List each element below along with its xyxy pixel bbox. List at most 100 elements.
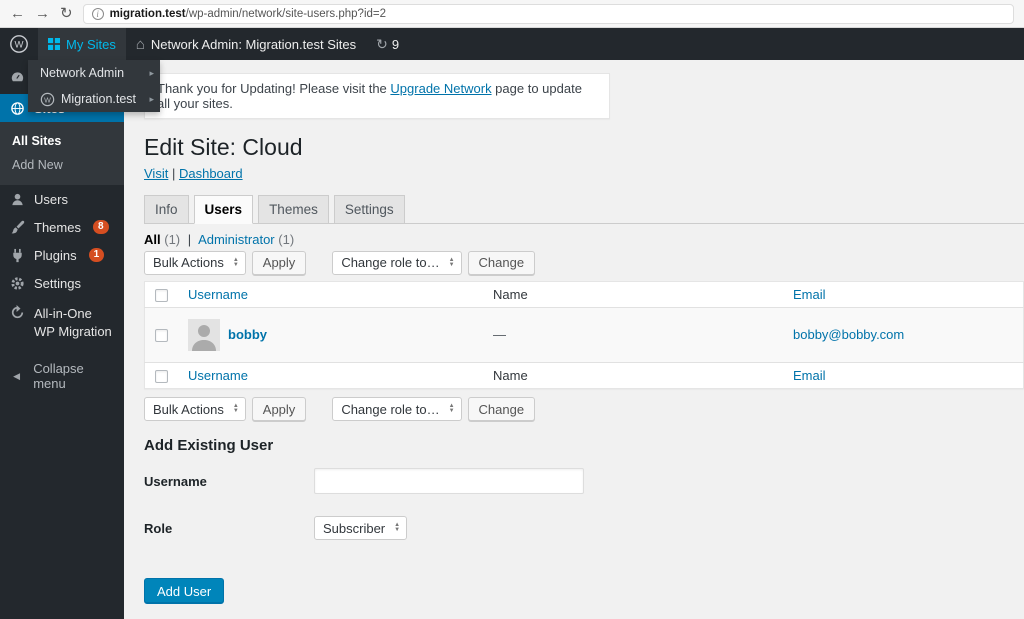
- collapse-arrow-icon: ◀: [13, 370, 21, 381]
- table-header-row: Username Name Email: [144, 281, 1024, 308]
- dropdown-item-network-admin[interactable]: Network Admin ▸: [28, 60, 160, 86]
- select-arrows-icon: ▲ ▼: [448, 403, 455, 415]
- dashboard-link[interactable]: Dashboard: [179, 166, 243, 181]
- upgrade-network-link[interactable]: Upgrade Network: [390, 81, 491, 96]
- tab-info[interactable]: Info: [144, 194, 189, 223]
- apply-button-bottom[interactable]: Apply: [251, 397, 307, 422]
- plugins-icon: [8, 248, 26, 263]
- tab-settings[interactable]: Settings: [333, 194, 405, 223]
- site-wp-logo-icon: W: [40, 92, 55, 107]
- filter-all-count: (1): [164, 231, 181, 247]
- visit-link[interactable]: Visit: [144, 166, 168, 181]
- username-column-footer[interactable]: Username: [188, 368, 248, 383]
- reload-icon[interactable]: ↻: [60, 6, 73, 21]
- tab-themes[interactable]: Themes: [258, 194, 329, 223]
- url-domain: migration.test: [109, 7, 186, 20]
- role-filter-list: All (1) | Administrator (1): [144, 232, 1024, 247]
- sidebar-item-add-new[interactable]: Add New: [0, 153, 124, 177]
- username-input[interactable]: [314, 468, 584, 495]
- username-link[interactable]: bobby: [228, 327, 267, 342]
- update-nag-notice: Thank you for Updating! Please visit the…: [144, 73, 610, 119]
- sidebar-item-settings[interactable]: Settings: [0, 269, 124, 297]
- bulk-actions-select-bottom[interactable]: Bulk Actions ▲ ▼: [144, 397, 246, 422]
- role-select[interactable]: Subscriber ▲ ▼: [314, 516, 408, 541]
- select-all-checkbox[interactable]: [155, 288, 168, 302]
- change-button-bottom[interactable]: Change: [467, 397, 536, 422]
- network-admin-label: Network Admin: Migration.test Sites: [150, 36, 357, 52]
- my-sites-dropdown: Network Admin ▸ W Migration.test ▸: [28, 60, 160, 112]
- tablenav-bottom: Bulk Actions ▲ ▼ Apply Change role to… ▲ ▼…: [144, 397, 1024, 422]
- sites-submenu: All Sites Add New: [0, 122, 124, 185]
- updates-indicator[interactable]: ↻ 9: [366, 28, 409, 60]
- apply-button[interactable]: Apply: [251, 250, 307, 275]
- site-actions-row: Visit | Dashboard: [144, 166, 1024, 181]
- settings-icon: [8, 276, 26, 291]
- forward-icon[interactable]: →: [35, 6, 50, 21]
- info-icon[interactable]: i: [91, 7, 104, 20]
- multisite-grid-icon: [48, 38, 60, 50]
- sites-icon: [8, 101, 26, 116]
- sidebar-item-all-sites[interactable]: All Sites: [0, 129, 124, 153]
- username-column-header[interactable]: Username: [188, 287, 248, 302]
- change-role-value: Change role to…: [341, 255, 440, 271]
- sidebar-plugins-label: Plugins: [34, 247, 77, 263]
- main-content: Thank you for Updating! Please visit the…: [124, 60, 1024, 619]
- change-role-select-bottom[interactable]: Change role to… ▲ ▼: [332, 397, 462, 422]
- submenu-arrow-icon: ▸: [149, 67, 154, 78]
- add-user-button[interactable]: Add User: [144, 578, 225, 605]
- filter-administrator-link[interactable]: Administrator: [198, 232, 275, 247]
- bulk-actions-select[interactable]: Bulk Actions ▲ ▼: [144, 250, 246, 275]
- aio-migration-icon: [8, 305, 26, 320]
- select-all-checkbox[interactable]: [155, 370, 168, 384]
- sidebar-item-themes[interactable]: Themes 8: [0, 213, 124, 241]
- svg-text:W: W: [15, 40, 24, 51]
- separator: |: [187, 231, 192, 247]
- tab-users[interactable]: Users: [193, 194, 254, 224]
- svg-text:W: W: [44, 96, 51, 104]
- page-title: Edit Site: Cloud: [144, 134, 303, 160]
- role-value: Subscriber: [323, 520, 386, 536]
- dropdown-item-migration-test[interactable]: W Migration.test ▸: [28, 86, 160, 112]
- admin-sidebar: Sites All Sites Add New Users Themes: [0, 60, 124, 619]
- sidebar-item-plugins[interactable]: Plugins 1: [0, 241, 124, 269]
- sidebar-settings-label: Settings: [34, 275, 81, 291]
- network-admin-link[interactable]: ⌂ Network Admin: Migration.test Sites: [126, 28, 366, 60]
- tablenav-top: Bulk Actions ▲ ▼ Apply Change role to… ▲ ▼…: [144, 250, 1024, 275]
- select-arrows-icon: ▲ ▼: [394, 522, 401, 534]
- themes-update-badge: 8: [92, 220, 109, 234]
- change-role-select[interactable]: Change role to… ▲ ▼: [332, 250, 462, 275]
- email-column-footer[interactable]: Email: [793, 368, 826, 383]
- sidebar-item-users[interactable]: Users: [0, 185, 124, 213]
- select-arrows-icon: ▲ ▼: [232, 256, 239, 268]
- url-path: /wp-admin/network/site-users.php?id=2: [185, 7, 387, 20]
- name-column-footer: Name: [493, 367, 528, 383]
- table-row: bobby — bobby@bobby.com: [144, 307, 1024, 363]
- back-icon[interactable]: ←: [10, 6, 25, 21]
- site-edit-tabs: Info Users Themes Settings: [144, 194, 1024, 224]
- sidebar-collapse-menu[interactable]: ◀ Collapse menu: [0, 361, 124, 392]
- email-link[interactable]: bobby@bobby.com: [793, 327, 904, 342]
- role-field-label: Role: [144, 520, 173, 536]
- update-icon: ↻: [376, 36, 388, 52]
- filter-administrator-count: (1): [278, 231, 295, 247]
- name-cell: —: [493, 327, 506, 343]
- address-bar[interactable]: i migration.test/wp-admin/network/site-u…: [82, 3, 1014, 24]
- email-column-header[interactable]: Email: [793, 287, 826, 302]
- sidebar-item-aio-migration[interactable]: All-in-One WP Migration: [0, 297, 124, 348]
- add-existing-user-form: Username Role Subscriber ▲ ▼ Add User: [144, 468, 1024, 605]
- avatar: [188, 318, 220, 351]
- users-icon: [8, 192, 26, 207]
- collapse-menu-label: Collapse menu: [33, 361, 84, 392]
- themes-icon: [8, 220, 26, 235]
- wordpress-logo-icon[interactable]: W: [0, 28, 38, 60]
- sidebar-users-label: Users: [34, 191, 68, 207]
- change-button[interactable]: Change: [467, 250, 536, 275]
- sidebar-themes-label: Themes: [34, 219, 81, 235]
- change-role-value: Change role to…: [341, 401, 440, 417]
- username-field-label: Username: [144, 473, 207, 489]
- migration-test-item-label: Migration.test: [61, 92, 137, 106]
- wp-admin-bar: W My Sites ⌂ Network Admin: Migration.te…: [0, 28, 1024, 60]
- row-checkbox[interactable]: [155, 329, 168, 343]
- my-sites-menu[interactable]: My Sites: [38, 28, 126, 60]
- filter-all-link[interactable]: All: [144, 232, 161, 247]
